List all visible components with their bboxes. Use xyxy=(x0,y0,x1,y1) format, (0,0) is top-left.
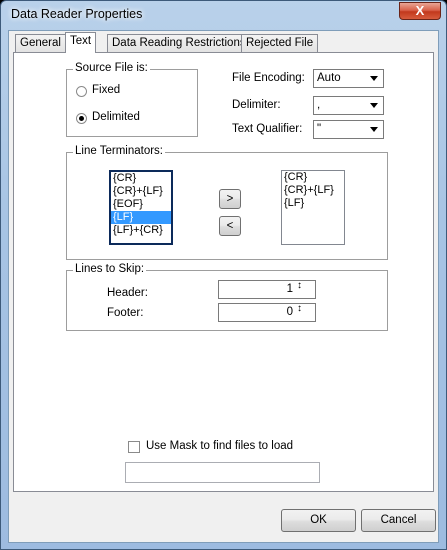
header-spinner[interactable]: 1 ↕ xyxy=(218,280,316,299)
text-qualifier-value: " xyxy=(317,123,322,135)
spin-arrows-icon[interactable]: ↕ xyxy=(297,281,313,298)
text-qualifier-label: Text Qualifier: xyxy=(232,123,303,135)
line-terminators-group: Line Terminators: {CR} {CR}+{LF} {EOF} {LF}… xyxy=(66,145,388,260)
cancel-button[interactable]: Cancel xyxy=(361,509,436,532)
chevron-down-icon[interactable] xyxy=(367,71,382,86)
line-terminators-group-label: Line Terminators: xyxy=(73,145,165,157)
footer-value: 0 xyxy=(286,306,293,318)
source-file-group-label: Source File is: xyxy=(73,62,150,74)
tab-rejected-file[interactable]: Rejected File xyxy=(241,34,319,52)
chevron-down-icon[interactable] xyxy=(367,98,382,113)
tab-data-reading-restrictions[interactable]: Data Reading Restrictions xyxy=(107,34,251,52)
delimited-radio-label[interactable]: Delimited xyxy=(92,111,140,123)
chevron-down-icon[interactable] xyxy=(367,122,382,137)
remove-terminator-button[interactable]: < xyxy=(219,216,241,236)
file-encoding-select[interactable]: Auto xyxy=(313,69,384,88)
use-mask-label[interactable]: Use Mask to find files to load xyxy=(146,440,293,452)
header-label: Header: xyxy=(107,287,148,299)
footer-spinner[interactable]: 0 ↕ xyxy=(218,303,316,322)
delimiter-label: Delimiter: xyxy=(232,99,281,111)
available-terminator-item[interactable]: {EOF} xyxy=(111,198,171,211)
file-encoding-value: Auto xyxy=(317,72,341,84)
selected-terminator-item[interactable]: {CR}+{LF} xyxy=(282,184,344,197)
available-terminator-item[interactable]: {CR}+{LF} xyxy=(111,185,171,198)
fixed-radio-label[interactable]: Fixed xyxy=(92,84,120,96)
text-qualifier-select[interactable]: " xyxy=(313,120,384,139)
selected-terminator-item[interactable]: {LF} xyxy=(282,197,344,210)
tab-general[interactable]: General xyxy=(15,34,66,52)
spin-arrows-icon[interactable]: ↕ xyxy=(297,304,313,321)
mask-input[interactable] xyxy=(125,462,320,483)
title-bar[interactable]: Data Reader Properties X xyxy=(1,1,446,29)
delimiter-select[interactable]: , xyxy=(313,96,384,115)
window-title: Data Reader Properties xyxy=(11,7,143,21)
available-terminators-list[interactable]: {CR} {CR}+{LF} {EOF} {LF} {LF}+{CR} xyxy=(109,170,173,245)
add-terminator-button[interactable]: > xyxy=(219,189,241,209)
tab-text[interactable]: Text xyxy=(65,32,97,53)
available-terminator-item[interactable]: {CR} xyxy=(111,172,171,185)
dialog-client-area: General Text Data Reading Restrictions R… xyxy=(8,30,439,543)
dialog-window: Data Reader Properties X General Text Da… xyxy=(0,0,447,550)
text-tab-panel: Source File is: Fixed Delimited File Enc… xyxy=(13,52,434,492)
ok-button[interactable]: OK xyxy=(281,509,356,532)
source-file-group: Source File is: Fixed Delimited xyxy=(66,62,198,137)
delimiter-value: , xyxy=(317,99,321,111)
available-terminator-item[interactable]: {LF} xyxy=(111,211,171,224)
lines-to-skip-group: Lines to Skip: Header: 1 ↕ Footer: 0 ↕ xyxy=(66,263,388,331)
selected-terminators-list[interactable]: {CR} {CR}+{LF} {LF} xyxy=(281,170,345,245)
footer-label: Footer: xyxy=(107,307,144,319)
use-mask-checkbox[interactable] xyxy=(128,441,140,453)
selected-terminator-item[interactable]: {CR} xyxy=(282,171,344,184)
delimited-radio[interactable] xyxy=(76,113,87,124)
header-value: 1 xyxy=(286,283,293,295)
available-terminator-item[interactable]: {LF}+{CR} xyxy=(111,224,171,237)
fixed-radio[interactable] xyxy=(76,86,87,97)
file-encoding-label: File Encoding: xyxy=(232,72,305,84)
close-button[interactable]: X xyxy=(399,2,441,20)
lines-to-skip-group-label: Lines to Skip: xyxy=(73,263,147,275)
